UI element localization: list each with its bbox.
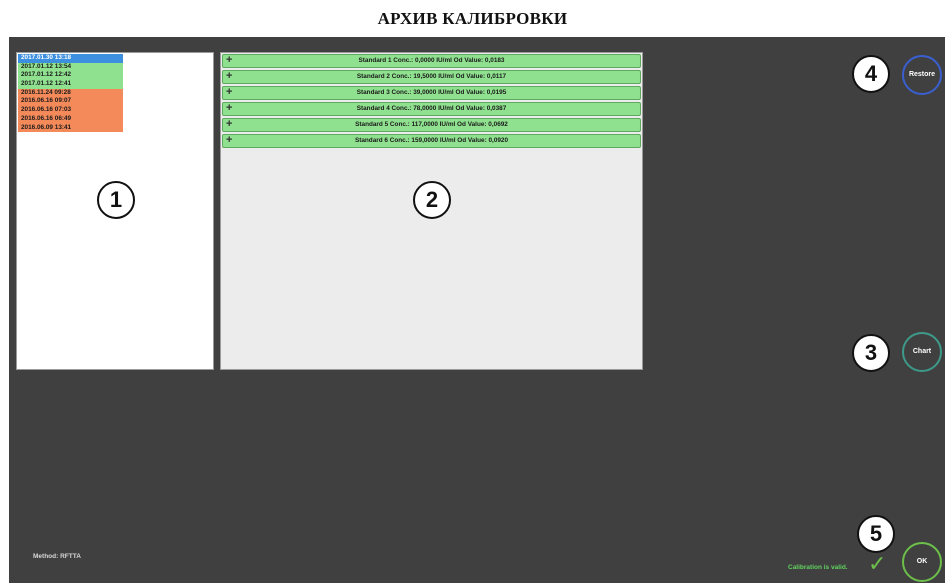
standard-row[interactable]: + Standard 2 Conc.: 19,5000 IU/ml Od Valu… <box>222 70 641 84</box>
callout-3: 3 <box>852 334 890 372</box>
standard-label: Standard 1 Conc.: 0,0000 IU/ml Od Value:… <box>358 57 505 64</box>
standard-label: Standard 4 Conc.: 78,0000 IU/ml Od Value… <box>356 105 507 112</box>
standard-label: Standard 6 Conc.: 159,0000 IU/ml Od Valu… <box>354 137 509 144</box>
callout-4: 4 <box>852 55 890 93</box>
check-icon: ✓ <box>868 551 887 576</box>
history-item[interactable]: 2016.06.16 06:49 <box>18 114 123 124</box>
callout-5: 5 <box>857 515 895 553</box>
history-item[interactable]: 2017.01.12 13:54 <box>18 62 123 72</box>
history-item[interactable]: 2016.06.16 09:07 <box>18 97 123 107</box>
calibration-archive-window: 2017.01.30 13:18 2017.01.12 13:54 2017.01.… <box>9 37 945 583</box>
standard-row[interactable]: + Standard 3 Conc.: 39,0000 IU/ml Od Valu… <box>222 86 641 100</box>
standard-row[interactable]: + Standard 5 Conc.: 117,0000 IU/ml Od Val… <box>222 118 641 132</box>
standard-label: Standard 5 Conc.: 117,0000 IU/ml Od Valu… <box>355 121 508 128</box>
history-item[interactable]: 2016.06.09 13:41 <box>18 123 123 133</box>
page-title: АРХИВ КАЛИБРОВКИ <box>377 9 568 28</box>
calibration-status: Calibration is valid. <box>788 564 848 571</box>
standards-list: + Standard 1 Conc.: 0,0000 IU/ml Od Value… <box>221 54 642 148</box>
standard-label: Standard 2 Conc.: 19,5000 IU/ml Od Value… <box>356 73 507 80</box>
history-item[interactable]: 2016.11.24 09:28 <box>18 88 123 98</box>
standard-label: Standard 3 Conc.: 39,0000 IU/ml Od Value… <box>356 89 507 96</box>
ok-button[interactable]: OK <box>902 542 942 582</box>
standard-row[interactable]: + Standard 1 Conc.: 0,0000 IU/ml Od Value… <box>222 54 641 68</box>
history-item[interactable]: 2016.06.16 07:03 <box>18 106 123 115</box>
callout-1: 1 <box>97 181 135 219</box>
standard-row[interactable]: + Standard 4 Conc.: 78,0000 IU/ml Od Valu… <box>222 102 641 116</box>
method-label: Method: RFTTA <box>33 553 81 560</box>
restore-button[interactable]: Restore <box>902 55 942 95</box>
history-item[interactable]: 2017.01.30 13:18 <box>18 54 123 63</box>
history-item[interactable]: 2017.01.12 12:41 <box>18 80 123 89</box>
chart-button[interactable]: Chart <box>902 332 942 372</box>
history-item[interactable]: 2017.01.12 12:42 <box>18 71 123 81</box>
callout-2: 2 <box>413 181 451 219</box>
standard-row[interactable]: + Standard 6 Conc.: 159,0000 IU/ml Od Val… <box>222 134 641 148</box>
history-items: 2017.01.30 13:18 2017.01.12 13:54 2017.01.… <box>18 54 123 133</box>
